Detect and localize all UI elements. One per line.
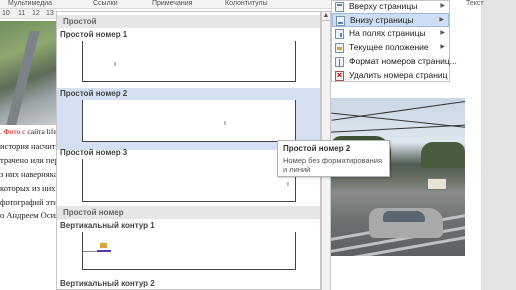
menu-item-page-margins[interactable]: На полях страницы ▶ (332, 27, 449, 41)
current-position-icon (335, 43, 344, 53)
submenu-arrow-icon: ▶ (439, 17, 444, 23)
menu-item-label: Вверху страницы (349, 1, 418, 11)
ruler-mark: 13 (46, 10, 54, 17)
menu-item-label: Удалить номера страниц (349, 70, 448, 80)
menu-item-bottom-of-page[interactable]: Внизу страницы ▶ (332, 13, 449, 27)
document-page-right-top (450, 0, 481, 82)
menu-item-top-of-page[interactable]: Вверху страницы ▶ (332, 0, 449, 14)
gallery-item-simple-1[interactable]: ı (57, 41, 320, 90)
page-number-mark: ı (287, 181, 289, 188)
delete-icon (335, 70, 344, 81)
document-text-line: о Андреем Осипо (0, 210, 56, 220)
submenu-arrow-icon: ▶ (440, 44, 445, 50)
tooltip-title: Простой номер 2 (283, 144, 351, 153)
gallery-section-header: Простой (57, 15, 320, 28)
page-preview: ı (82, 41, 296, 82)
document-text-line: фотографий этих (0, 197, 56, 207)
ruler-mark: 12 (32, 10, 40, 17)
document-text-line: которых из них оч (0, 183, 56, 193)
menu-item-label: Формат номеров страниц... (349, 56, 457, 66)
tooltip-description: Номер без форматирования и линий (283, 156, 383, 174)
submenu-arrow-icon: ▶ (440, 3, 445, 9)
gallery-item-vertical-outline-1[interactable] (57, 232, 320, 278)
menu-item-label: Внизу страницы (350, 15, 414, 25)
menu-item-label: Текущее положение (349, 42, 429, 52)
document-text-line: з них наверняка не (0, 169, 56, 179)
page-bottom-icon (336, 16, 345, 26)
page-preview (82, 232, 296, 270)
document-text-line: трачено или перес (0, 155, 56, 165)
horizontal-ruler: 10 11 12 13 (0, 9, 56, 19)
menu-item-format-page-numbers[interactable]: Формат номеров страниц... (332, 55, 457, 69)
gallery-item-tooltip: Простой номер 2 Номер без форматирования… (277, 140, 390, 177)
page-margin-icon (335, 29, 344, 39)
document-text-line: история насчитыва (0, 141, 56, 151)
submenu-arrow-icon: ▶ (440, 30, 445, 36)
gallery-scroll-up-button[interactable]: ▲ (321, 11, 331, 21)
page-preview: ı (82, 100, 296, 142)
menu-item-remove-page-numbers[interactable]: Удалить номера страниц (332, 69, 449, 83)
page-number-menu: Вверху страницы ▶ Внизу страницы ▶ На по… (331, 0, 457, 83)
caption-rest: сайта life-p (27, 127, 56, 136)
gallery-item-title: Простой номер 2 (57, 88, 320, 100)
ruler-mark: 10 (2, 10, 10, 17)
gallery-item-title: Простой номер 1 (60, 30, 128, 39)
menu-item-current-position[interactable]: Текущее положение ▶ (332, 41, 449, 55)
gallery-item-title[interactable]: Вертикальный контур 2 (57, 278, 320, 289)
document-gray-margin (481, 0, 516, 290)
outline-page-number-mark (100, 243, 107, 248)
document-photo-road (0, 21, 56, 125)
gallery-section-header: Простой номер (57, 206, 320, 219)
document-page-left: . Фото с сайта life-p история насчитыва … (0, 19, 56, 290)
tab-multimedia[interactable]: Мультимедиа (8, 0, 52, 8)
page-top-icon (335, 2, 344, 12)
page-number-mark: ı (114, 61, 116, 68)
page-preview: ı (82, 159, 296, 202)
gallery-item-title: Вертикальный контур 1 (60, 221, 155, 230)
tab-links[interactable]: Ссылки (93, 0, 118, 8)
photo-caption: . Фото с сайта life-p (0, 127, 56, 136)
document-photo-street (331, 98, 465, 256)
page-number-mark: ı (224, 120, 226, 127)
tab-headers-footers[interactable]: Колонтитулы (225, 0, 268, 8)
outline-decoration (97, 250, 111, 252)
ruler-mark: 11 (18, 10, 26, 17)
format-icon (335, 57, 344, 67)
tab-comments[interactable]: Примечания (152, 0, 192, 8)
caption-prefix: . Фото с (0, 127, 26, 136)
menu-item-label: На полях страницы (349, 28, 426, 38)
ribbon-text-group-label: Текст (466, 0, 484, 7)
